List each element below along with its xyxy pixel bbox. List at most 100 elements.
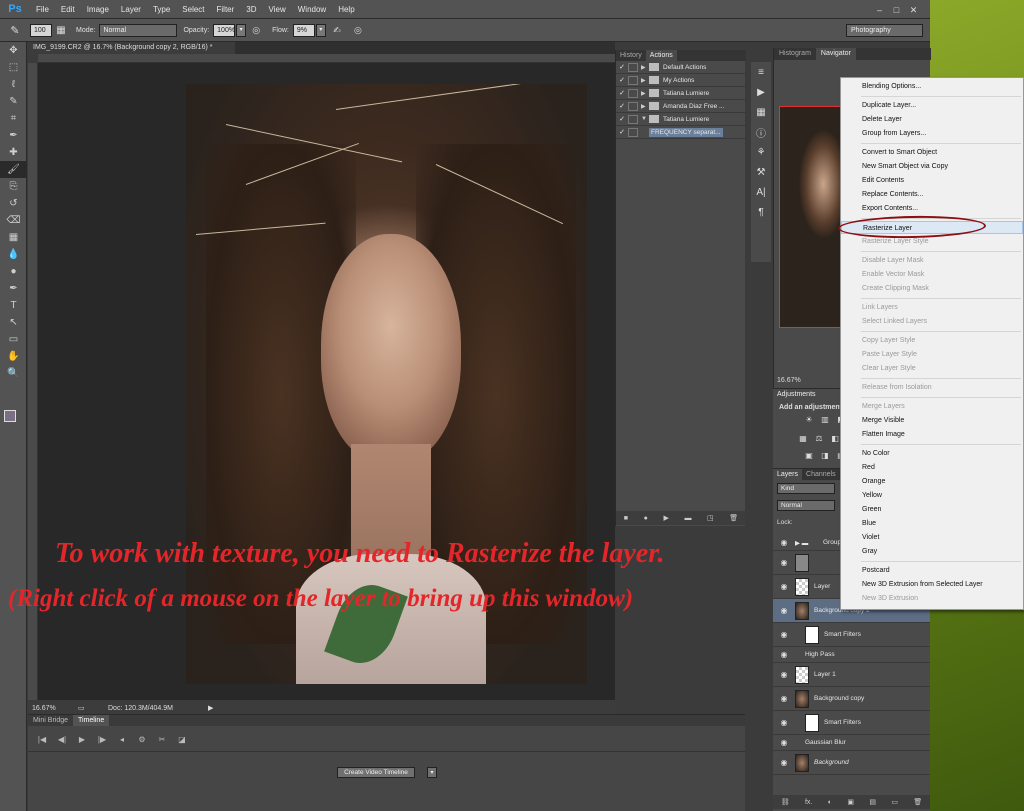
dialog-toggle-box[interactable] <box>628 114 638 124</box>
brush-panel-icon[interactable]: ▦ <box>52 25 70 36</box>
expanded-arrow-icon[interactable]: ▼ <box>641 116 649 122</box>
brightness-icon[interactable]: ☀ <box>803 415 815 425</box>
previous-frame-icon[interactable]: ◀| <box>52 735 72 744</box>
eyedropper-tool-icon[interactable]: ✒ <box>0 127 27 144</box>
crop-tool-icon[interactable]: ⌗ <box>0 110 27 127</box>
play-icon[interactable]: ▶ <box>72 735 92 744</box>
zoom-level[interactable]: 16.67% <box>28 705 78 712</box>
create-timeline-dropdown[interactable]: ▾ <box>427 767 437 778</box>
hand-tool-icon[interactable]: ✋ <box>0 348 27 365</box>
context-menu-item[interactable]: Blending Options... <box>841 80 1023 93</box>
eye-icon[interactable]: ◉ <box>773 606 795 615</box>
split-icon[interactable]: ✂ <box>152 735 172 744</box>
eye-icon[interactable]: ◉ <box>773 738 795 747</box>
menu-layer[interactable]: Layer <box>115 0 147 19</box>
tab-actions[interactable]: Actions <box>645 50 677 61</box>
collapsed-arrow-icon[interactable]: ▶ <box>641 77 649 84</box>
eye-icon[interactable]: ◉ <box>773 538 795 547</box>
eye-icon[interactable]: ◉ <box>773 630 795 639</box>
tab-channels[interactable]: Channels <box>802 469 840 480</box>
close-button[interactable]: ✕ <box>906 4 921 16</box>
fx-icon[interactable]: fx. <box>805 799 812 806</box>
workspace-select[interactable]: Photography <box>846 24 923 37</box>
context-menu-item[interactable]: Gray <box>841 545 1023 558</box>
menu-filter[interactable]: Filter <box>211 0 241 19</box>
menu-view[interactable]: View <box>263 0 292 19</box>
invert-icon[interactable]: ▣ <box>803 451 815 461</box>
layer-row[interactable]: ◉ Background <box>773 751 930 775</box>
context-menu-item[interactable]: Group from Layers... <box>841 127 1023 140</box>
context-menu-item[interactable]: Export Contents... <box>841 202 1023 215</box>
context-menu-item[interactable]: Delete Layer <box>841 113 1023 126</box>
layer-row[interactable]: ◉ Smart Filters <box>773 623 930 647</box>
stop-icon[interactable]: ■ <box>624 515 628 522</box>
next-frame-icon[interactable]: |▶ <box>92 735 112 744</box>
play-panel-icon[interactable]: ▶ <box>751 82 771 102</box>
action-row[interactable]: ✓ ▶ My Actions <box>616 74 746 87</box>
context-menu-item[interactable]: Replace Contents... <box>841 188 1023 201</box>
new-action-icon[interactable]: ◳ <box>707 514 714 522</box>
opacity-dropdown[interactable]: ▾ <box>236 23 247 37</box>
zoom-tool-icon[interactable]: 🔍 <box>0 365 27 382</box>
settings-icon[interactable]: ⚙ <box>132 735 152 744</box>
context-menu-item[interactable]: Merge Visible <box>841 414 1023 427</box>
adjustment-layer-icon[interactable]: ▣ <box>847 798 854 806</box>
navigator-thumbnail[interactable] <box>779 106 843 328</box>
path-select-tool-icon[interactable]: ↖ <box>0 314 27 331</box>
dialog-toggle-box[interactable] <box>628 62 638 72</box>
flow-dropdown[interactable]: ▾ <box>315 23 326 37</box>
layer-row[interactable]: ◉ High Pass <box>773 647 930 663</box>
context-menu-item[interactable]: Flatten Image <box>841 428 1023 441</box>
audio-icon[interactable]: ◂ <box>112 735 132 744</box>
healing-tool-icon[interactable]: ✚ <box>0 144 27 161</box>
delete-icon[interactable]: 🗑 <box>729 514 738 522</box>
airbrush-icon[interactable]: ✍ <box>326 25 348 36</box>
dialog-toggle-box[interactable] <box>628 88 638 98</box>
mode-select[interactable]: Normal <box>99 23 178 37</box>
clone-stamp-tool-icon[interactable]: ⎘ <box>0 178 27 195</box>
type-tool-icon[interactable]: T <box>0 297 27 314</box>
menu-type[interactable]: Type <box>147 0 176 19</box>
dodge-tool-icon[interactable]: ● <box>0 263 27 280</box>
action-row[interactable]: ✓ ▼ Tatiana Lumiere <box>616 113 746 126</box>
tab-navigator[interactable]: Navigator <box>815 48 856 60</box>
add-mask-icon[interactable]: ◐ <box>828 799 832 806</box>
context-menu-item[interactable]: Yellow <box>841 489 1023 502</box>
go-to-first-frame-icon[interactable]: |◀ <box>32 735 52 744</box>
tab-mini-bridge[interactable]: Mini Bridge <box>28 715 73 726</box>
context-menu-item[interactable]: Duplicate Layer... <box>841 99 1023 112</box>
marquee-tool-icon[interactable]: ⬚ <box>0 59 27 76</box>
context-menu-item[interactable]: Violet <box>841 531 1023 544</box>
move-tool-icon[interactable]: ✥ <box>0 42 27 59</box>
new-set-icon[interactable]: ▬ <box>684 515 691 522</box>
quick-select-tool-icon[interactable]: ✎ <box>0 93 27 110</box>
posterize-icon[interactable]: ◨ <box>819 451 831 461</box>
checkmark-icon[interactable]: ✓ <box>616 63 628 71</box>
layer-filter-kind[interactable]: Kind <box>777 483 835 494</box>
blur-tool-icon[interactable]: 💧 <box>0 246 27 263</box>
checkmark-icon[interactable]: ✓ <box>616 115 628 123</box>
foreground-color-swatch[interactable] <box>4 410 16 422</box>
context-menu-item[interactable]: Blue <box>841 517 1023 530</box>
balance-icon[interactable]: ⚖ <box>813 434 825 444</box>
brush-tool-icon[interactable]: 🖌 <box>0 161 27 178</box>
eye-icon[interactable]: ◉ <box>773 694 795 703</box>
layer-row[interactable]: ◉ Layer 1 <box>773 663 930 687</box>
brush-preset-icon[interactable]: ✎ <box>0 24 30 37</box>
pressure-opacity-icon[interactable]: ◎ <box>246 25 266 36</box>
flow-field[interactable]: 9% <box>292 23 315 37</box>
minimize-button[interactable]: – <box>872 4 887 16</box>
opacity-field[interactable]: 100% <box>213 23 236 37</box>
tool-presets-icon[interactable]: ⚒ <box>751 162 771 182</box>
action-row[interactable]: ✓ ▶ Tatiana Lumiere <box>616 87 746 100</box>
document-tab[interactable]: IMG_9199.CR2 @ 16.7% (Background copy 2,… <box>28 42 235 54</box>
collapsed-arrow-icon[interactable]: ▶ <box>641 90 649 97</box>
menu-window[interactable]: Window <box>292 0 332 19</box>
rectangle-tool-icon[interactable]: ▭ <box>0 331 27 348</box>
checkmark-icon[interactable]: ✓ <box>616 76 628 84</box>
eye-icon[interactable]: ◉ <box>773 582 795 591</box>
context-menu-item[interactable]: Convert to Smart Object <box>841 146 1023 159</box>
tab-history[interactable]: History <box>616 50 646 61</box>
context-menu-item[interactable]: Postcard <box>841 564 1023 577</box>
checkmark-icon[interactable]: ✓ <box>616 102 628 110</box>
